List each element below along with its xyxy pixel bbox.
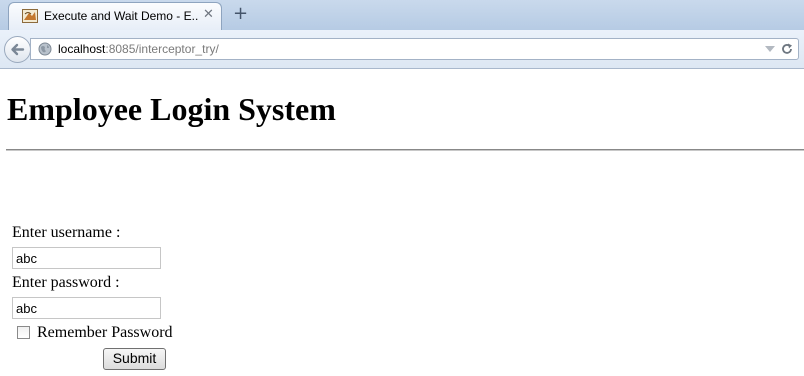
- password-label: Enter password :: [12, 274, 120, 291]
- close-icon[interactable]: ✕: [203, 8, 215, 22]
- password-field[interactable]: [12, 297, 161, 319]
- address-bar[interactable]: localhost:8085/interceptor_try/: [30, 38, 799, 60]
- globe-icon: [38, 42, 52, 56]
- back-arrow-icon: [11, 43, 25, 56]
- remember-password-label: Remember Password: [37, 324, 173, 341]
- submit-button[interactable]: Submit: [103, 348, 166, 370]
- url-host: localhost: [58, 42, 106, 56]
- url-text: localhost:8085/interceptor_try/: [58, 42, 219, 56]
- navigation-bar: localhost:8085/interceptor_try/: [0, 30, 804, 69]
- username-label: Enter username :: [12, 224, 121, 241]
- dropdown-icon[interactable]: [764, 44, 776, 54]
- favicon-icon: [22, 9, 38, 23]
- browser-tab[interactable]: Execute and Wait Demo - E... ✕: [8, 2, 222, 30]
- remember-password-checkbox[interactable]: [17, 326, 30, 339]
- divider: [6, 149, 804, 151]
- username-field[interactable]: [12, 247, 161, 269]
- plus-icon[interactable]: +: [233, 4, 249, 24]
- tab-strip: Execute and Wait Demo - E... ✕ +: [0, 0, 804, 30]
- back-button[interactable]: [4, 36, 31, 63]
- url-path: :8085/interceptor_try/: [105, 42, 219, 56]
- tab-title: Execute and Wait Demo - E...: [44, 9, 199, 23]
- page-title: Employee Login System: [7, 91, 336, 127]
- reload-icon[interactable]: [780, 42, 794, 56]
